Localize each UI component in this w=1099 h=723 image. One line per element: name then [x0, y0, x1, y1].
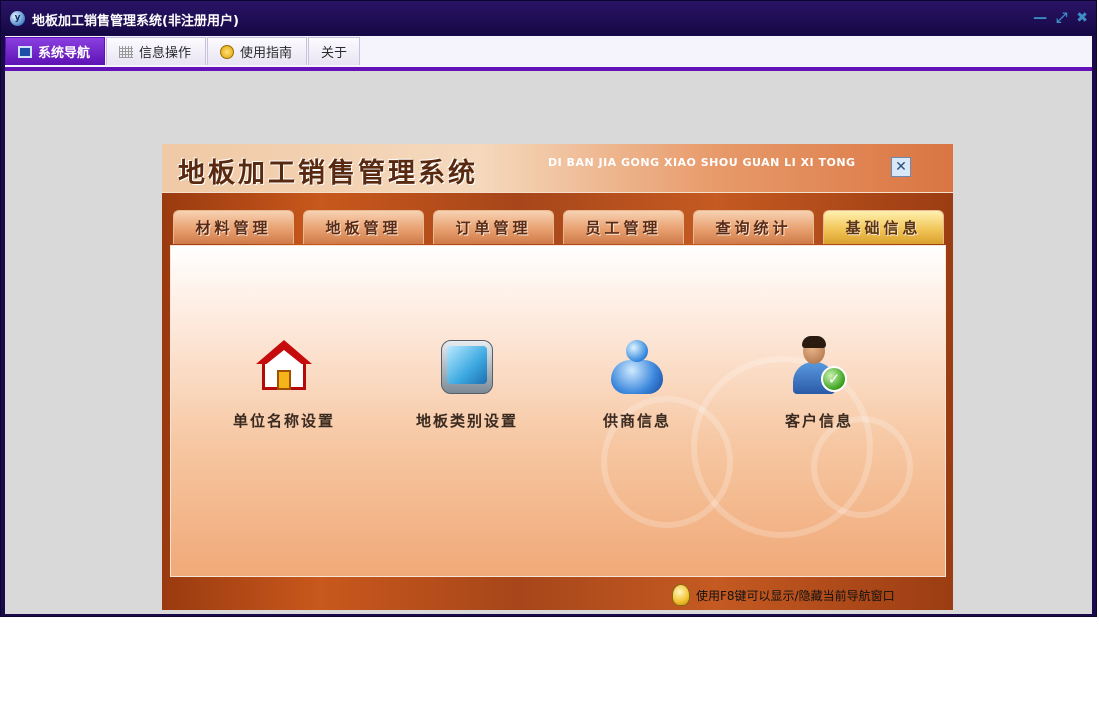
messenger-user-icon — [607, 336, 667, 398]
nav-company-name-settings[interactable]: 单位名称设置 — [204, 336, 364, 431]
close-icon[interactable]: ✖ — [1076, 10, 1088, 26]
menu-user-guide-label: 使用指南 — [240, 46, 293, 61]
hint-text: 使用F8键可以显示/隐藏当前导航窗口 — [696, 588, 895, 603]
nav-supplier-info[interactable]: 供商信息 — [557, 336, 717, 431]
menu-user-guide[interactable]: 使用指南 — [207, 37, 307, 65]
monitor-icon — [18, 45, 32, 58]
panel-header: 地板加工销售管理系统 DI BAN JIA GONG XIAO SHOU GUA… — [162, 144, 953, 193]
house-icon — [254, 336, 314, 398]
panel-pinyin-subtitle: DI BAN JIA GONG XIAO SHOU GUAN LI XI TON… — [548, 156, 856, 169]
nav-item-label: 供商信息 — [602, 412, 671, 430]
menu-about-label: 关于 — [321, 46, 348, 61]
tab-staff[interactable]: 员工管理 — [563, 210, 684, 244]
window-title: 地板加工销售管理系统(非注册用户) — [32, 14, 239, 29]
window-controls: — ⤢ ✖ — [1033, 10, 1088, 26]
navigation-panel: 地板加工销售管理系统 DI BAN JIA GONG XIAO SHOU GUA… — [162, 144, 953, 610]
monitor-icon — [437, 336, 497, 398]
nav-item-label: 单位名称设置 — [232, 412, 335, 430]
restore-icon[interactable]: ⤢ — [1056, 10, 1067, 26]
tab-floor[interactable]: 地板管理 — [303, 210, 424, 244]
decorative-swirl — [811, 416, 913, 518]
nav-customer-info[interactable]: ✓ 客户信息 — [739, 336, 899, 431]
grid-icon — [119, 45, 133, 58]
menu-about[interactable]: 关于 — [308, 37, 360, 65]
tab-content: 单位名称设置 地板类别设置 供商信息 ✓ 客户信息 — [170, 245, 946, 577]
app-logo-icon: y — [10, 11, 25, 26]
nav-item-label: 客户信息 — [784, 412, 853, 430]
menu-bar: 系统导航 信息操作 使用指南 关于 — [5, 36, 1092, 71]
title-bar[interactable]: y 地板加工销售管理系统(非注册用户) — ⤢ ✖ — [1, 1, 1096, 35]
minimize-icon[interactable]: — — [1033, 10, 1047, 26]
tab-material[interactable]: 材料管理 — [173, 210, 294, 244]
tab-order[interactable]: 订单管理 — [433, 210, 554, 244]
panel-close-button[interactable]: ✕ — [891, 157, 911, 177]
nav-item-label: 地板类别设置 — [415, 412, 518, 430]
menu-system-nav[interactable]: 系统导航 — [5, 37, 105, 65]
tab-basic-info[interactable]: 基础信息 — [823, 210, 944, 244]
lightbulb-icon — [672, 584, 690, 606]
menu-info-operation-label: 信息操作 — [139, 46, 192, 61]
tab-query-stats[interactable]: 查询统计 — [693, 210, 814, 244]
menu-info-operation[interactable]: 信息操作 — [106, 37, 206, 65]
user-check-icon: ✓ — [789, 336, 849, 398]
guide-icon — [220, 44, 234, 59]
hint-bar: 使用F8键可以显示/隐藏当前导航窗口 — [672, 584, 895, 606]
nav-floor-category-settings[interactable]: 地板类别设置 — [387, 336, 547, 431]
category-tabs: 材料管理 地板管理 订单管理 员工管理 查询统计 基础信息 — [173, 210, 948, 245]
panel-title: 地板加工销售管理系统 — [178, 158, 478, 189]
menu-system-nav-label: 系统导航 — [38, 46, 91, 61]
